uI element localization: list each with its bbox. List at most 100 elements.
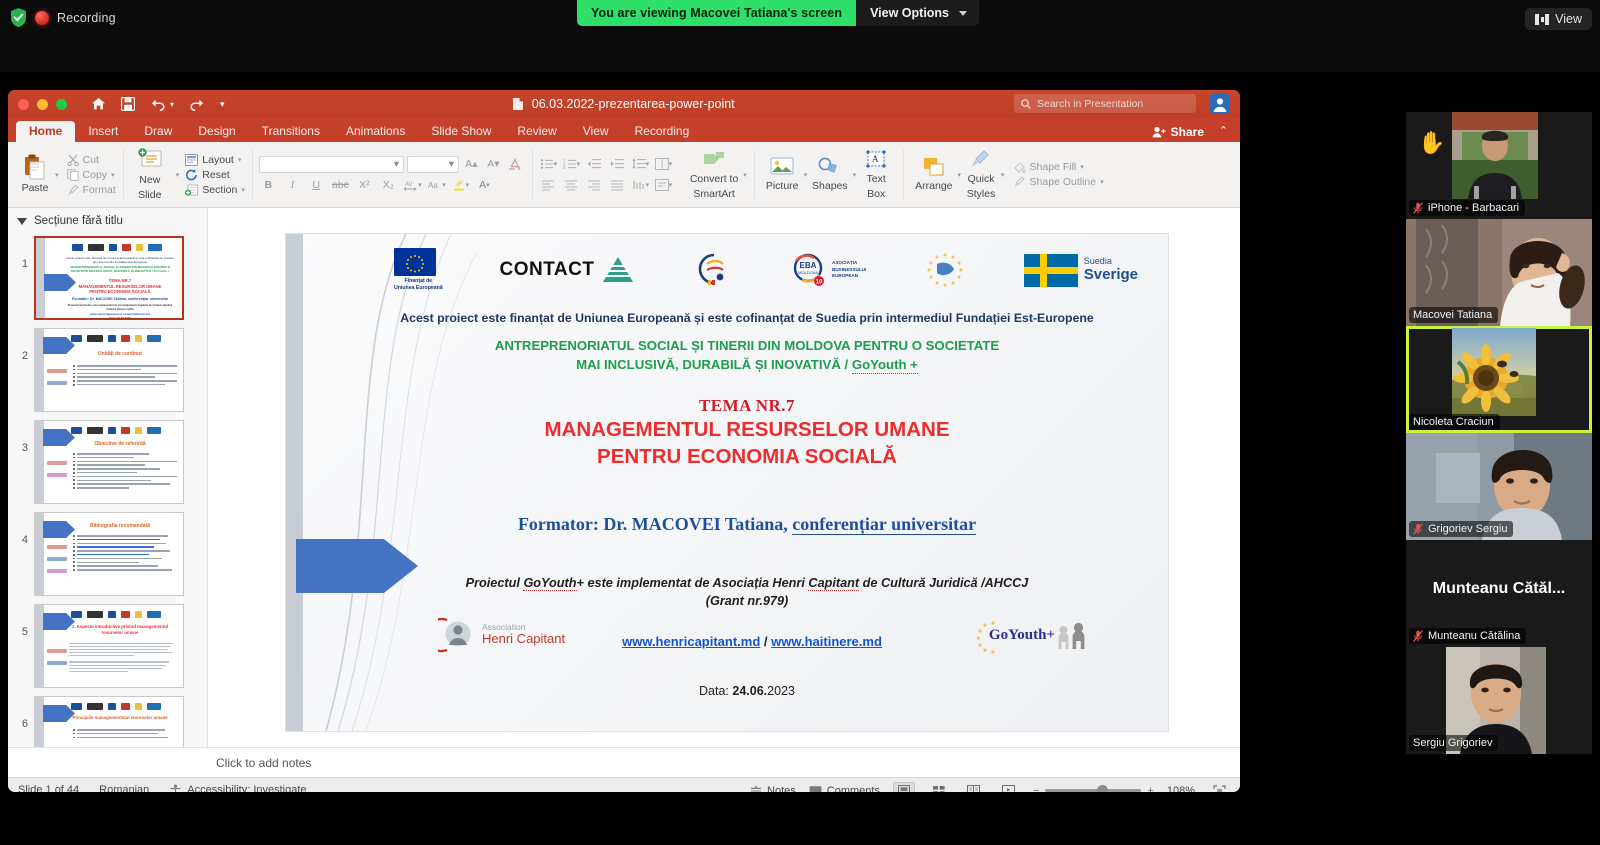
participant-tile-nicoleta-craciun[interactable]: Nicoleta Craciun [1406, 326, 1592, 433]
thumbnail-slide-3[interactable]: Obiective de referință [34, 420, 184, 504]
section-header[interactable]: Secțiune fără titlu [8, 208, 207, 232]
tab-view[interactable]: View [570, 121, 622, 142]
tab-slide-show[interactable]: Slide Show [418, 121, 504, 142]
thumbnail-slide-1[interactable]: Acest proiect este finanțat de Uniunea E… [34, 236, 184, 320]
font-color-button[interactable]: A ▾ [475, 177, 494, 194]
smartart-dropdown-icon[interactable]: ▾ [743, 171, 747, 179]
change-case-button[interactable]: Aa ▾ [427, 177, 446, 194]
thumbnail-slide-2[interactable]: Unități de conținut [34, 328, 184, 412]
search-input[interactable]: Search in Presentation [1014, 94, 1196, 113]
zoom-track[interactable] [1045, 785, 1142, 792]
tab-insert[interactable]: Insert [75, 121, 131, 142]
participant-tile-munteanu-catalina[interactable]: Munteanu Cătăl... Munteanu Cătălina [1406, 540, 1592, 647]
slide-thumbnail-pane[interactable]: Secțiune fără titlu 1 Acest proiect este… [8, 208, 208, 747]
line-spacing-button[interactable]: ▾ [631, 156, 650, 173]
paste-button[interactable]: Paste [15, 152, 55, 196]
convert-to-smartart-button[interactable]: Convert to SmartArt [685, 147, 743, 201]
decrease-font-size-button[interactable]: A▾ [484, 156, 503, 173]
project-urls[interactable]: www.henricapitant.md / www.haitinere.md [516, 634, 988, 649]
fit-to-window-button[interactable] [1208, 782, 1230, 792]
align-text-button[interactable]: ▾ [654, 177, 673, 194]
shape-outline-button[interactable]: Shape Outline ▾ [1013, 176, 1104, 188]
font-name-input[interactable]: ▾ [258, 155, 404, 173]
new-slide-dropdown-icon[interactable]: ▾ [176, 171, 180, 179]
tab-review[interactable]: Review [504, 121, 569, 142]
tab-draw[interactable]: Draw [131, 121, 185, 142]
character-spacing-dropdown-icon[interactable]: ▾ [418, 181, 422, 189]
reading-view-button[interactable] [963, 782, 985, 792]
url-haitinere[interactable]: www.haitinere.md [771, 634, 882, 649]
increase-font-size-button[interactable]: A▴ [462, 156, 481, 173]
notes-button[interactable]: Notes [750, 785, 796, 792]
cut-button[interactable]: Cut [66, 154, 116, 166]
zoom-level-label[interactable]: 108% [1167, 785, 1195, 793]
section-button[interactable]: Section ▾ [185, 184, 245, 196]
tab-recording[interactable]: Recording [622, 121, 703, 142]
undo-dropdown-icon[interactable]: ▾ [170, 100, 174, 109]
quick-access-toolbar[interactable]: ▾ ▾ [91, 97, 225, 111]
shape-fill-button[interactable]: Shape Fill ▾ [1013, 161, 1104, 173]
participant-tile-macovei-tatiana[interactable]: Macovei Tatiana [1406, 219, 1592, 326]
minimize-window-button[interactable] [37, 98, 48, 110]
underline-button[interactable]: U [307, 177, 326, 194]
language-indicator[interactable]: Romanian [99, 784, 149, 792]
highlight-dropdown-icon[interactable]: ▾ [466, 181, 470, 189]
quick-styles-button[interactable]: Quick Styles [961, 147, 1001, 201]
bold-button[interactable]: B [259, 177, 278, 194]
view-options-button[interactable]: View Options [856, 0, 979, 26]
numbering-dropdown-icon[interactable]: ▾ [577, 160, 581, 168]
maximize-window-button[interactable] [56, 98, 67, 110]
format-painter-button[interactable]: Format [67, 184, 116, 196]
save-icon[interactable] [121, 97, 135, 111]
zoom-out-button[interactable]: − [1033, 785, 1039, 793]
section-dropdown-icon[interactable]: ▾ [241, 186, 245, 194]
clear-formatting-button[interactable] [506, 156, 525, 173]
arrange-button[interactable]: Arrange [910, 154, 957, 194]
tab-transitions[interactable]: Transitions [249, 121, 333, 142]
window-controls[interactable] [18, 98, 67, 110]
new-slide-button[interactable]: New Slide [130, 146, 170, 202]
thumbnail-item[interactable]: 6 Principiile managementului resurselor … [8, 692, 207, 747]
thumbnail-item[interactable]: 2 Unități de conținut [8, 324, 207, 416]
paste-dropdown-icon[interactable]: ▾ [55, 171, 59, 179]
thumbnail-item[interactable]: 4 Bibliografia recomandată [8, 508, 207, 600]
zoom-knob[interactable] [1097, 785, 1109, 792]
increase-indent-button[interactable] [608, 156, 627, 173]
reset-button[interactable]: Reset [185, 168, 245, 181]
font-color-dropdown-icon[interactable]: ▾ [486, 181, 490, 189]
accessibility-checker[interactable]: Accessibility: Investigate [169, 784, 307, 792]
home-icon[interactable] [91, 97, 106, 111]
participant-video-strip[interactable]: ✋ iPhone - Barbacari Macovei Tatiana Nic… [1406, 112, 1592, 768]
thumbnail-slide-5[interactable]: 1. Aspecte introductive privind manageme… [34, 604, 184, 688]
thumbnail-slide-4[interactable]: Bibliografia recomandată [34, 512, 184, 596]
participant-tile-iphone-barbacari[interactable]: ✋ iPhone - Barbacari [1406, 112, 1592, 219]
align-center-button[interactable] [562, 177, 581, 194]
participant-tile-grigoriev-sergiu[interactable]: Grigoriev Sergiu [1406, 433, 1592, 540]
subscript-button[interactable]: X₂ [379, 177, 398, 194]
bullets-dropdown-icon[interactable]: ▾ [554, 160, 558, 168]
slide-sorter-button[interactable] [928, 782, 950, 792]
decrease-indent-button[interactable] [585, 156, 604, 173]
undo-icon[interactable] [150, 98, 166, 111]
justify-button[interactable] [608, 177, 627, 194]
align-text-dropdown-icon[interactable]: ▾ [669, 181, 673, 189]
strikethrough-button[interactable]: abc [331, 177, 350, 194]
close-window-button[interactable] [18, 98, 29, 110]
shapes-button[interactable]: Shapes [807, 154, 853, 194]
slide-editing-pane[interactable]: Finanțat de Uniunea Europeană CONTACT EB… [208, 208, 1240, 747]
view-layout-button[interactable]: View [1525, 8, 1592, 30]
change-case-dropdown-icon[interactable]: ▾ [442, 181, 446, 189]
qat-more-icon[interactable]: ▾ [220, 99, 225, 110]
layout-dropdown-icon[interactable]: ▾ [238, 156, 242, 164]
thumbnail-item[interactable]: 5 1. Aspecte introductive privind manage… [8, 600, 207, 692]
normal-view-button[interactable] [892, 782, 915, 792]
text-highlight-button[interactable]: ▾ [451, 177, 470, 194]
text-direction-dropdown-icon[interactable]: ▾ [646, 181, 650, 189]
redo-icon[interactable] [189, 98, 205, 111]
shape-fill-dropdown-icon[interactable]: ▾ [1080, 163, 1084, 171]
bullets-button[interactable]: ▾ [539, 156, 558, 173]
tab-animations[interactable]: Animations [333, 121, 418, 142]
current-slide[interactable]: Finanțat de Uniunea Europeană CONTACT EB… [286, 234, 1168, 731]
account-avatar-icon[interactable] [1210, 94, 1230, 114]
shape-outline-dropdown-icon[interactable]: ▾ [1100, 178, 1104, 186]
